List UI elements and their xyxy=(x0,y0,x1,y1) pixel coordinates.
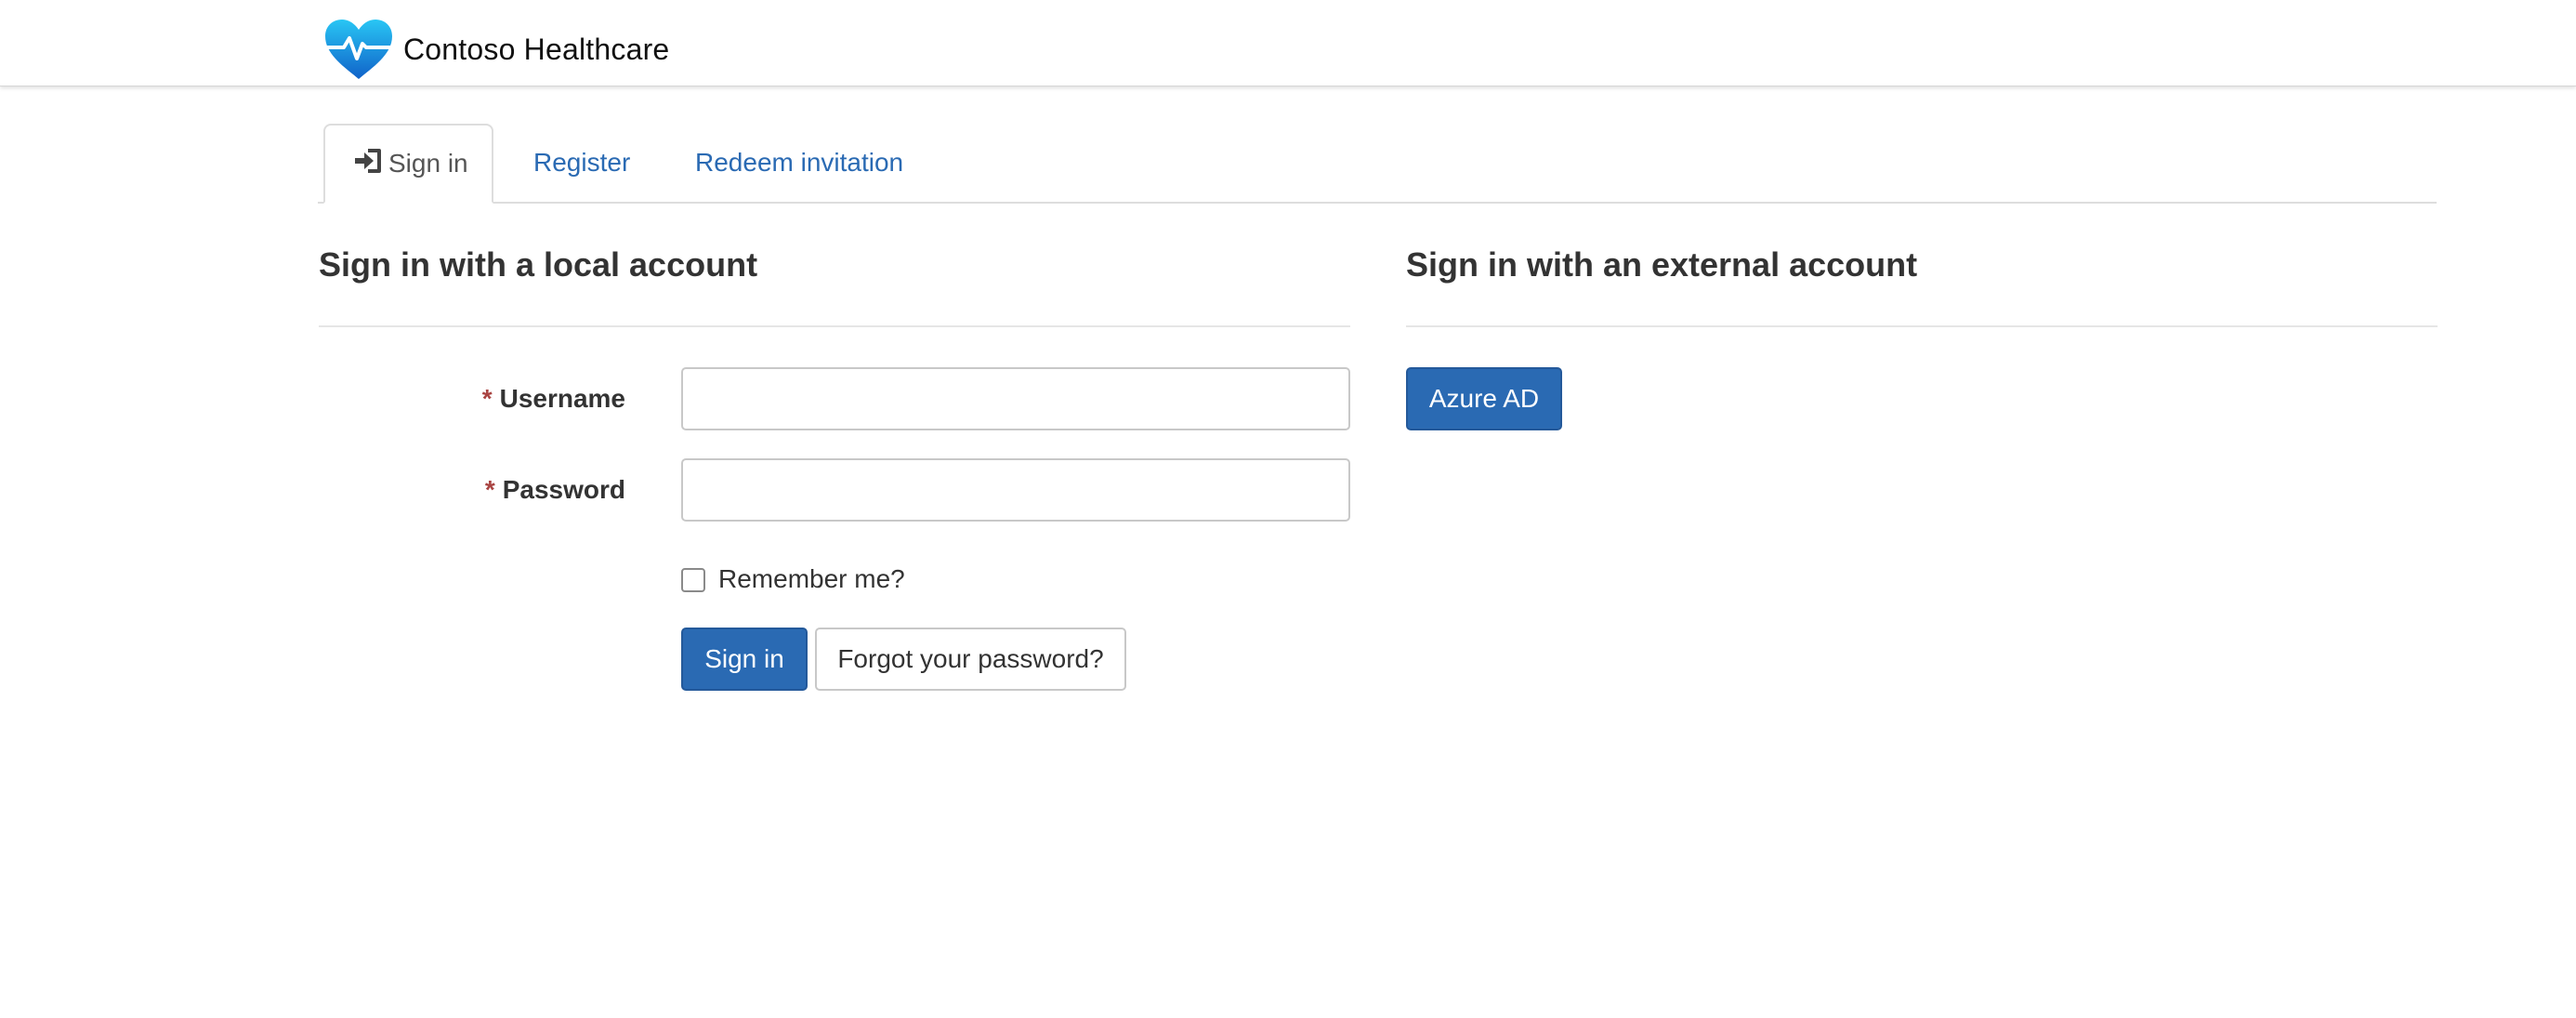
heart-pulse-icon xyxy=(323,18,394,81)
brand-link[interactable]: Contoso Healthcare xyxy=(323,17,669,82)
username-label: * Username xyxy=(481,384,625,413)
external-account-title: Sign in with an external account xyxy=(1406,245,1918,284)
tab-sign-in[interactable]: Sign in xyxy=(323,124,493,204)
username-field[interactable] xyxy=(681,367,1350,430)
sign-in-icon xyxy=(353,147,388,181)
password-field[interactable] xyxy=(681,458,1350,522)
auth-tabs: Sign in Register Redeem invitation xyxy=(318,124,2437,204)
azure-ad-button[interactable]: Azure AD xyxy=(1406,367,1562,430)
external-divider xyxy=(1406,325,2438,327)
remember-me-checkbox[interactable] xyxy=(681,568,705,592)
tab-redeem-invitation[interactable]: Redeem invitation xyxy=(695,124,903,202)
local-account-title: Sign in with a local account xyxy=(319,245,758,284)
forgot-password-button[interactable]: Forgot your password? xyxy=(815,628,1126,691)
remember-me-label[interactable]: Remember me? xyxy=(718,564,905,594)
sign-in-button[interactable]: Sign in xyxy=(681,628,808,691)
brand-name: Contoso Healthcare xyxy=(403,32,670,66)
tab-register[interactable]: Register xyxy=(533,124,630,202)
password-label: * Password xyxy=(484,475,625,504)
local-divider xyxy=(319,325,1350,327)
required-marker: * xyxy=(481,384,493,413)
site-header: Contoso Healthcare xyxy=(0,0,2576,86)
required-marker: * xyxy=(484,475,495,504)
tab-sign-in-label: Sign in xyxy=(388,149,468,178)
